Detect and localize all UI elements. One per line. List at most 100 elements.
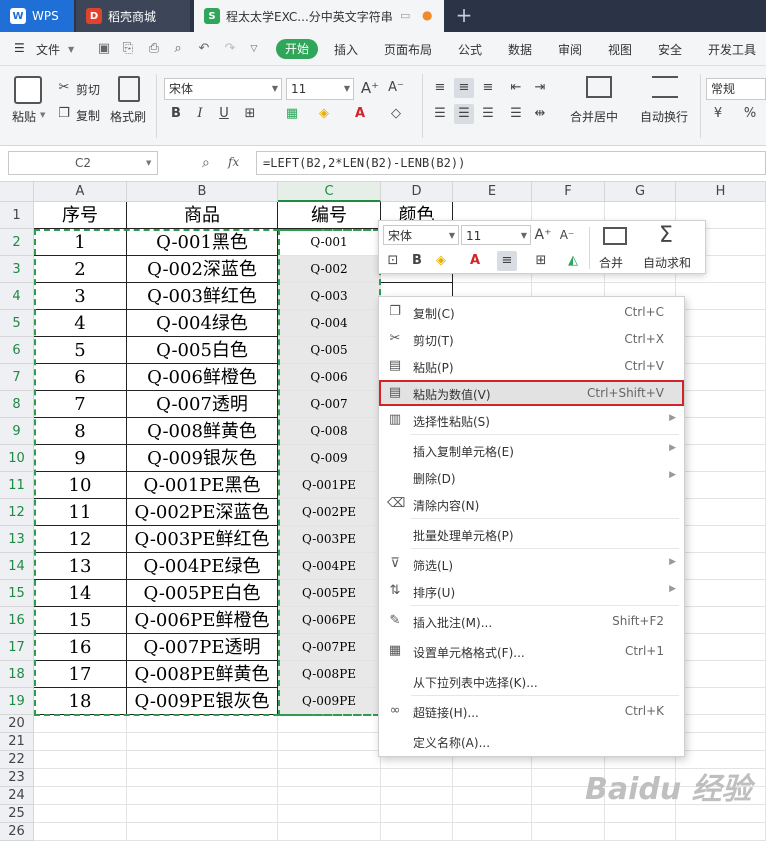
align-right-icon[interactable]: ☰ bbox=[478, 104, 498, 124]
mini-decrease-font-icon[interactable]: A⁻ bbox=[557, 225, 577, 245]
empty-cell[interactable] bbox=[278, 715, 381, 733]
new-tab-plus-icon[interactable]: + bbox=[452, 4, 476, 28]
mini-fill-color-icon[interactable]: ◈ bbox=[431, 251, 451, 271]
empty-cell[interactable] bbox=[381, 823, 453, 841]
file-chevron-icon[interactable]: ▼ bbox=[68, 45, 74, 54]
empty-cell[interactable] bbox=[676, 283, 766, 310]
column-header[interactable]: G bbox=[605, 182, 676, 202]
table-cell-index[interactable]: 16 bbox=[34, 634, 127, 661]
export-icon[interactable]: ⎘ bbox=[120, 41, 136, 57]
merge-center-button[interactable]: 合并居中 bbox=[570, 108, 618, 125]
context-menu-item[interactable]: ⊽ 筛选(L) ▶ bbox=[379, 551, 684, 577]
row-header[interactable]: 2 bbox=[0, 229, 34, 256]
table-cell-index[interactable]: 18 bbox=[34, 688, 127, 715]
copy-button[interactable]: 复制 bbox=[76, 107, 100, 124]
copy-icon[interactable]: ❐ bbox=[54, 104, 74, 124]
empty-cell[interactable] bbox=[34, 823, 127, 841]
row-header[interactable]: 13 bbox=[0, 526, 34, 553]
tab-page-layout[interactable]: 页面布局 bbox=[384, 41, 432, 58]
font-color-icon[interactable]: A bbox=[350, 104, 370, 124]
tab-security[interactable]: 安全 bbox=[658, 41, 682, 58]
row-header[interactable]: 8 bbox=[0, 391, 34, 418]
context-menu-item[interactable]: ⌫ 清除内容(N) bbox=[379, 491, 684, 517]
table-cell-product[interactable]: Q-002PE深蓝色 bbox=[127, 499, 278, 526]
tab-review[interactable]: 审阅 bbox=[558, 41, 582, 58]
format-painter-icon[interactable] bbox=[118, 76, 140, 102]
row-header[interactable]: 12 bbox=[0, 499, 34, 526]
customize-chevron-icon[interactable]: ▽ bbox=[246, 41, 262, 57]
table-cell-product[interactable]: Q-002深蓝色 bbox=[127, 256, 278, 283]
table-cell-product[interactable]: Q-008PE鲜黄色 bbox=[127, 661, 278, 688]
column-header[interactable]: H bbox=[676, 182, 766, 202]
tab-developer[interactable]: 开发工具 bbox=[708, 41, 756, 58]
table-cell-product[interactable]: Q-007透明 bbox=[127, 391, 278, 418]
distribute-icon[interactable]: ⇹ bbox=[530, 104, 550, 124]
empty-cell[interactable] bbox=[278, 787, 381, 805]
tab-document[interactable]: S 程太太学EXC...分中英文字符串 ▭ ● bbox=[194, 0, 444, 32]
table-cell-index[interactable]: 13 bbox=[34, 553, 127, 580]
wrap-text-icon[interactable] bbox=[652, 76, 678, 98]
context-menu-item[interactable]: 批量处理单元格(P) bbox=[379, 521, 684, 547]
empty-cell[interactable] bbox=[676, 580, 766, 607]
empty-cell[interactable] bbox=[453, 823, 532, 841]
table-cell-product[interactable]: Q-001PE黑色 bbox=[127, 472, 278, 499]
format-painter-button[interactable]: 格式刷 bbox=[110, 108, 146, 125]
bold-icon[interactable]: B bbox=[166, 104, 186, 124]
undo-icon[interactable]: ↶ bbox=[196, 41, 212, 57]
table-cell-index[interactable]: 1 bbox=[34, 229, 127, 256]
tab-view[interactable]: 视图 bbox=[608, 41, 632, 58]
column-header[interactable]: E bbox=[453, 182, 532, 202]
table-cell-product[interactable]: Q-008鲜黄色 bbox=[127, 418, 278, 445]
empty-cell[interactable] bbox=[676, 661, 766, 688]
align-middle-icon[interactable]: ≡ bbox=[454, 78, 474, 98]
table-cell-product[interactable]: Q-005PE白色 bbox=[127, 580, 278, 607]
mini-format-painter-icon[interactable]: ⊡ bbox=[383, 251, 403, 271]
empty-cell[interactable] bbox=[676, 472, 766, 499]
column-header[interactable]: F bbox=[532, 182, 605, 202]
mini-clear-icon[interactable]: ◭ bbox=[563, 251, 583, 271]
empty-cell[interactable] bbox=[676, 607, 766, 634]
row-header[interactable]: 23 bbox=[0, 769, 34, 787]
table-cell-index[interactable]: 7 bbox=[34, 391, 127, 418]
row-header[interactable]: 10 bbox=[0, 445, 34, 472]
empty-cell[interactable] bbox=[34, 805, 127, 823]
empty-cell[interactable] bbox=[676, 526, 766, 553]
empty-cell[interactable] bbox=[127, 751, 278, 769]
cut-button[interactable]: 剪切 bbox=[76, 81, 100, 98]
empty-cell[interactable] bbox=[381, 769, 453, 787]
indent-increase-icon[interactable]: ⇥ bbox=[530, 78, 550, 98]
row-header[interactable]: 7 bbox=[0, 364, 34, 391]
table-cell-index[interactable]: 11 bbox=[34, 499, 127, 526]
row-header[interactable]: 18 bbox=[0, 661, 34, 688]
table-cell-index[interactable]: 17 bbox=[34, 661, 127, 688]
row-header[interactable]: 3 bbox=[0, 256, 34, 283]
empty-cell[interactable] bbox=[278, 805, 381, 823]
zoom-icon[interactable]: ⌕ bbox=[202, 155, 210, 171]
autosum-sigma-icon[interactable]: Σ bbox=[659, 223, 673, 248]
empty-cell[interactable] bbox=[127, 769, 278, 787]
empty-cell[interactable] bbox=[34, 715, 127, 733]
empty-cell[interactable] bbox=[676, 310, 766, 337]
row-header[interactable]: 21 bbox=[0, 733, 34, 751]
row-header[interactable]: 1 bbox=[0, 202, 34, 229]
mini-align-center-icon[interactable]: ≡ bbox=[497, 251, 517, 271]
decrease-font-icon[interactable]: A⁻ bbox=[386, 78, 406, 98]
empty-cell[interactable] bbox=[34, 733, 127, 751]
empty-cell[interactable] bbox=[127, 733, 278, 751]
empty-cell[interactable] bbox=[278, 823, 381, 841]
context-menu-item[interactable]: ∞ 超链接(H)... Ctrl+K bbox=[379, 698, 684, 724]
row-header[interactable]: 25 bbox=[0, 805, 34, 823]
underline-icon[interactable]: U bbox=[214, 104, 234, 124]
redo-icon[interactable]: ↷ bbox=[222, 41, 238, 57]
fx-icon[interactable]: fx bbox=[228, 155, 239, 169]
context-menu-item[interactable]: ⇅ 排序(U) ▶ bbox=[379, 578, 684, 604]
italic-icon[interactable]: I bbox=[190, 104, 210, 124]
table-cell-product[interactable]: Q-004PE绿色 bbox=[127, 553, 278, 580]
context-menu-item[interactable]: 从下拉列表中选择(K)... bbox=[379, 668, 684, 694]
empty-cell[interactable] bbox=[34, 769, 127, 787]
empty-cell[interactable] bbox=[676, 823, 766, 841]
context-menu-item[interactable]: ❐ 复制(C) Ctrl+C bbox=[379, 299, 684, 325]
table-cell-index[interactable]: 4 bbox=[34, 310, 127, 337]
font-size-select[interactable]: 11 ▼ bbox=[286, 78, 354, 100]
select-all-corner[interactable] bbox=[0, 182, 34, 202]
